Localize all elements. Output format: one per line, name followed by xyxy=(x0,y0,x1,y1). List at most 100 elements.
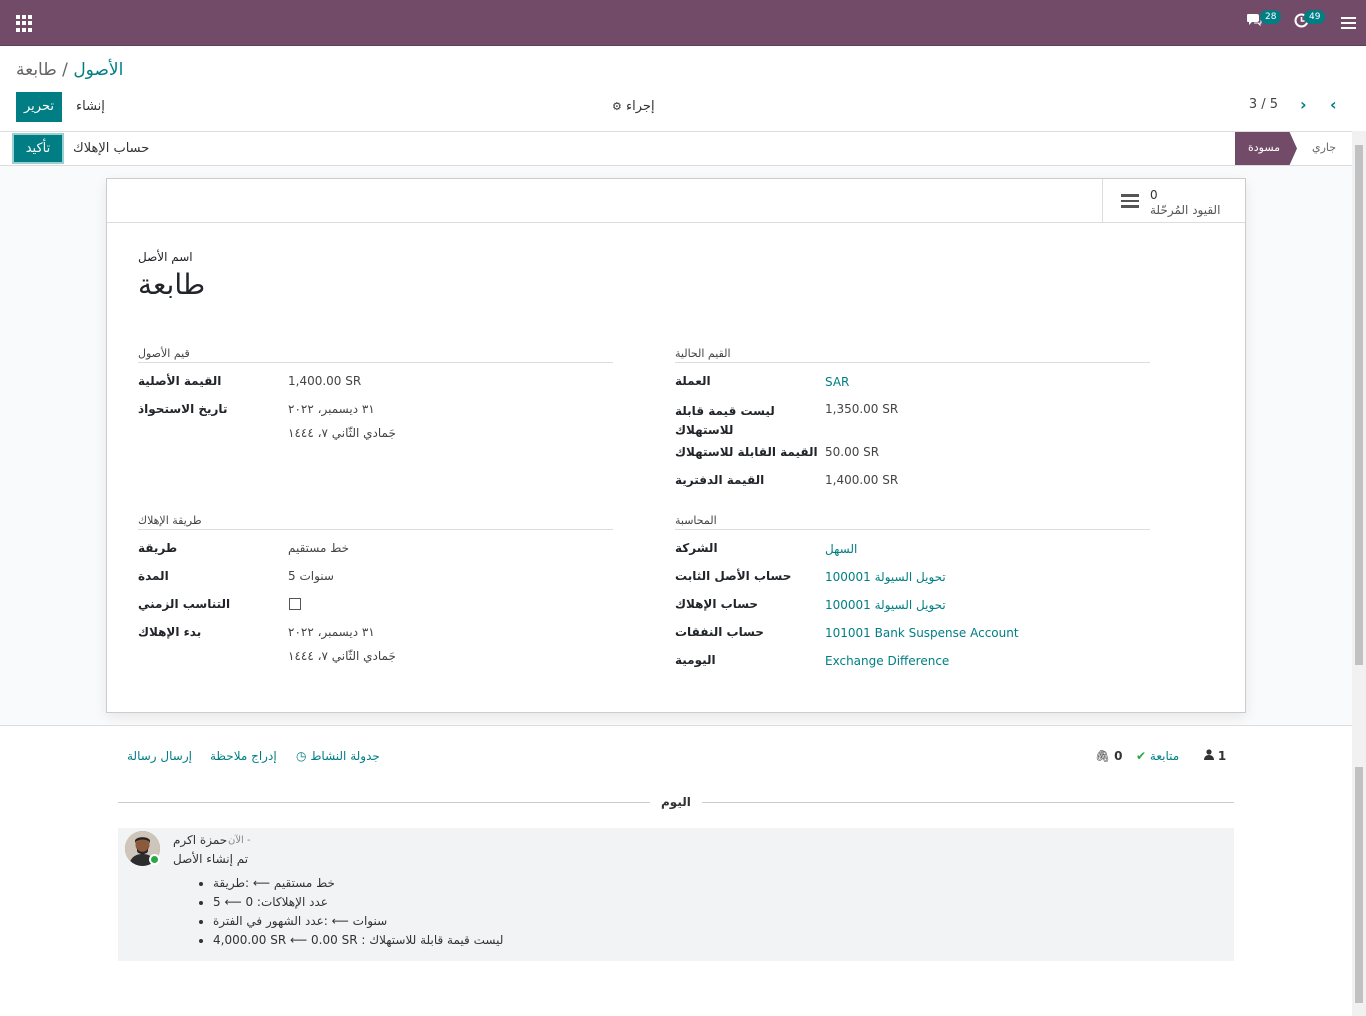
tracking-change-item: خط مستقيم ⟵ :طريقة xyxy=(213,874,503,893)
pager-next-icon[interactable]: › xyxy=(1300,95,1307,114)
message-time: الآن - xyxy=(228,835,251,846)
message-body: تم إنشاء الأصل xyxy=(173,852,249,866)
breadcrumb: الأصول / طابعة xyxy=(16,60,123,80)
original-value: 1,400.00 SR xyxy=(288,374,362,388)
depreciation-start-hijri: جَمادي الثّاني ٧، ١٤٤٤ xyxy=(288,649,396,663)
scrollbar-thumb-lower[interactable] xyxy=(1355,767,1363,1003)
paperclip-icon: 🖇 xyxy=(1095,749,1111,763)
breadcrumb-parent-link[interactable]: الأصول xyxy=(73,60,123,80)
non-depreciable-label: ليست قيمة قابلة للاستهلاك xyxy=(675,404,775,437)
currency-label: العملة xyxy=(675,374,711,388)
stage-draft[interactable]: مسودة xyxy=(1235,132,1297,165)
action-menu-button[interactable]: ⚙ إجراء xyxy=(612,99,655,114)
top-navbar: 28 49 xyxy=(0,0,1366,46)
user-icon xyxy=(1204,749,1218,763)
attachments-button[interactable]: 🖇 0 xyxy=(1095,749,1122,763)
scrollbar-thumb-upper[interactable] xyxy=(1355,145,1363,665)
follow-button[interactable]: ✔ متابعة xyxy=(1136,749,1179,763)
journal-value[interactable]: Exchange Difference xyxy=(825,654,949,668)
depreciation-method-title: طريقة الإهلاك xyxy=(138,514,613,530)
schedule-activity-label: جدولة النشاط xyxy=(310,749,380,763)
tracking-change-item: سنوات ⟵ :عدد الشهور في الفترة xyxy=(213,912,503,931)
journal-label: اليومية xyxy=(675,653,716,667)
tracking-change-item: 4,000.00 SR ⟵ 0.00 SR : ليست قيمة قابلة … xyxy=(213,931,503,950)
acquisition-date: ٣١ ديسمبر، ٢٠٢٢ xyxy=(288,402,375,416)
stage-running[interactable]: جاري xyxy=(1300,132,1352,165)
gear-icon: ⚙ xyxy=(612,100,622,113)
stage-draft-label: مسودة xyxy=(1248,141,1281,154)
asset-name: طابعة xyxy=(138,268,206,301)
duration-number: 5 xyxy=(288,569,296,583)
depreciable-label: القيمة القابلة للاستهلاك xyxy=(675,445,818,459)
bars-icon xyxy=(1121,194,1139,208)
pager-previous-icon[interactable]: ‹ xyxy=(1330,95,1337,114)
posted-entries-smart-button[interactable]: 0 القيود المُرحّلة xyxy=(1102,179,1245,223)
depreciation-start-date: ٣١ ديسمبر، ٢٠٢٢ xyxy=(288,625,375,639)
followers-button[interactable]: 1 xyxy=(1204,749,1226,763)
posted-entries-count: 0 xyxy=(1150,188,1158,202)
attachments-count: 0 xyxy=(1114,749,1123,763)
follow-label: متابعة xyxy=(1149,749,1180,763)
currency-value[interactable]: SAR xyxy=(825,375,849,389)
date-separator-line-left xyxy=(118,802,650,803)
company-value[interactable]: السهل xyxy=(825,542,857,556)
fixed-asset-account-label: حساب الأصل الثابت xyxy=(675,569,792,583)
prorata-checkbox[interactable] xyxy=(289,598,301,610)
online-status-dot xyxy=(149,854,160,865)
posted-entries-label: القيود المُرحّلة xyxy=(1150,203,1221,217)
book-value-label: القيمة الدفترية xyxy=(675,473,765,487)
status-bar: تأكيد حساب الإهلاك مسودة جاري xyxy=(0,131,1352,166)
breadcrumb-current: طابعة xyxy=(16,60,57,80)
form-sheet: 0 القيود المُرحّلة اسم الأصل طابعة قيم ا… xyxy=(106,178,1246,713)
message-author[interactable]: حمزة اكرم xyxy=(173,833,227,847)
prorata-label: التناسب الزمني xyxy=(138,597,231,611)
chatter-divider xyxy=(0,725,1352,726)
send-message-button[interactable]: إرسال رسالة xyxy=(127,749,192,763)
activity-count-badge: 49 xyxy=(1304,10,1326,24)
non-depreciable-value: 1,350.00 SR xyxy=(825,402,899,416)
expense-account-value[interactable]: 101001 Bank Suspense Account xyxy=(825,626,1019,640)
tracking-changes-list: خط مستقيم ⟵ :طريقة 5 ⟵ 0 :عدد الإهلاكات … xyxy=(213,874,503,950)
edit-button[interactable]: تحرير xyxy=(16,92,62,122)
date-separator-line-right xyxy=(702,802,1234,803)
chat-count-badge: 28 xyxy=(1260,10,1282,24)
date-separator: اليوم xyxy=(661,795,691,809)
pager-value[interactable]: 3 / 5 xyxy=(1249,97,1278,112)
accounting-title: المحاسبة xyxy=(675,514,1150,530)
log-note-button[interactable]: إدراج ملاحظة xyxy=(210,749,277,763)
tracking-change-item: 5 ⟵ 0 :عدد الإهلاكات xyxy=(213,893,503,912)
confirm-button[interactable]: تأكيد xyxy=(14,135,62,162)
vertical-scrollbar[interactable] xyxy=(1352,131,1366,1016)
message-item: حمزة اكرم الآن - تم إنشاء الأصل خط مستقي… xyxy=(118,828,1234,961)
company-label: الشركة xyxy=(675,541,718,555)
apps-menu-icon[interactable] xyxy=(16,15,33,32)
current-values-title: القيم الحالية xyxy=(675,347,1150,363)
duration-label: المدة xyxy=(138,569,169,583)
breadcrumb-separator: / xyxy=(62,60,68,80)
acquisition-date-hijri: جَمادي الثّاني ٧، ١٤٤٤ xyxy=(288,426,396,440)
schedule-activity-button[interactable]: ◷ جدولة النشاط xyxy=(296,749,380,763)
book-value: 1,400.00 SR xyxy=(825,473,899,487)
method-value: خط مستقيم xyxy=(288,541,350,555)
compute-depreciation-button[interactable]: حساب الإهلاك xyxy=(73,141,149,156)
create-button[interactable]: إنشاء xyxy=(76,99,105,114)
asset-values-title: قيم الأصول xyxy=(138,347,613,363)
depreciation-account-label: حساب الإهلاك xyxy=(675,597,759,611)
original-value-label: القيمة الأصلية xyxy=(138,374,222,388)
expense-account-label: حساب النفقات xyxy=(675,625,764,639)
duration-value: 5 سنوات xyxy=(288,569,334,583)
stage-running-label: جاري xyxy=(1312,141,1337,154)
depreciation-start-label: بدء الإهلاك xyxy=(138,625,202,639)
duration-unit: سنوات xyxy=(299,569,334,583)
fixed-asset-account-value[interactable]: 100001 تحويل السيولة xyxy=(825,570,946,584)
followers-count: 1 xyxy=(1217,749,1227,763)
method-label: طريقة xyxy=(138,541,178,555)
clock-icon: ◷ xyxy=(296,749,307,763)
depreciation-account-value[interactable]: 100001 تحويل السيولة xyxy=(825,598,946,612)
main-menu-icon[interactable] xyxy=(1341,17,1356,29)
action-menu-label: إجراء xyxy=(626,99,655,114)
smart-button-box: 0 القيود المُرحّلة xyxy=(107,179,1245,223)
asset-name-label: اسم الأصل xyxy=(138,250,193,264)
check-icon: ✔ xyxy=(1136,749,1147,763)
depreciable-value: 50.00 SR xyxy=(825,445,880,459)
